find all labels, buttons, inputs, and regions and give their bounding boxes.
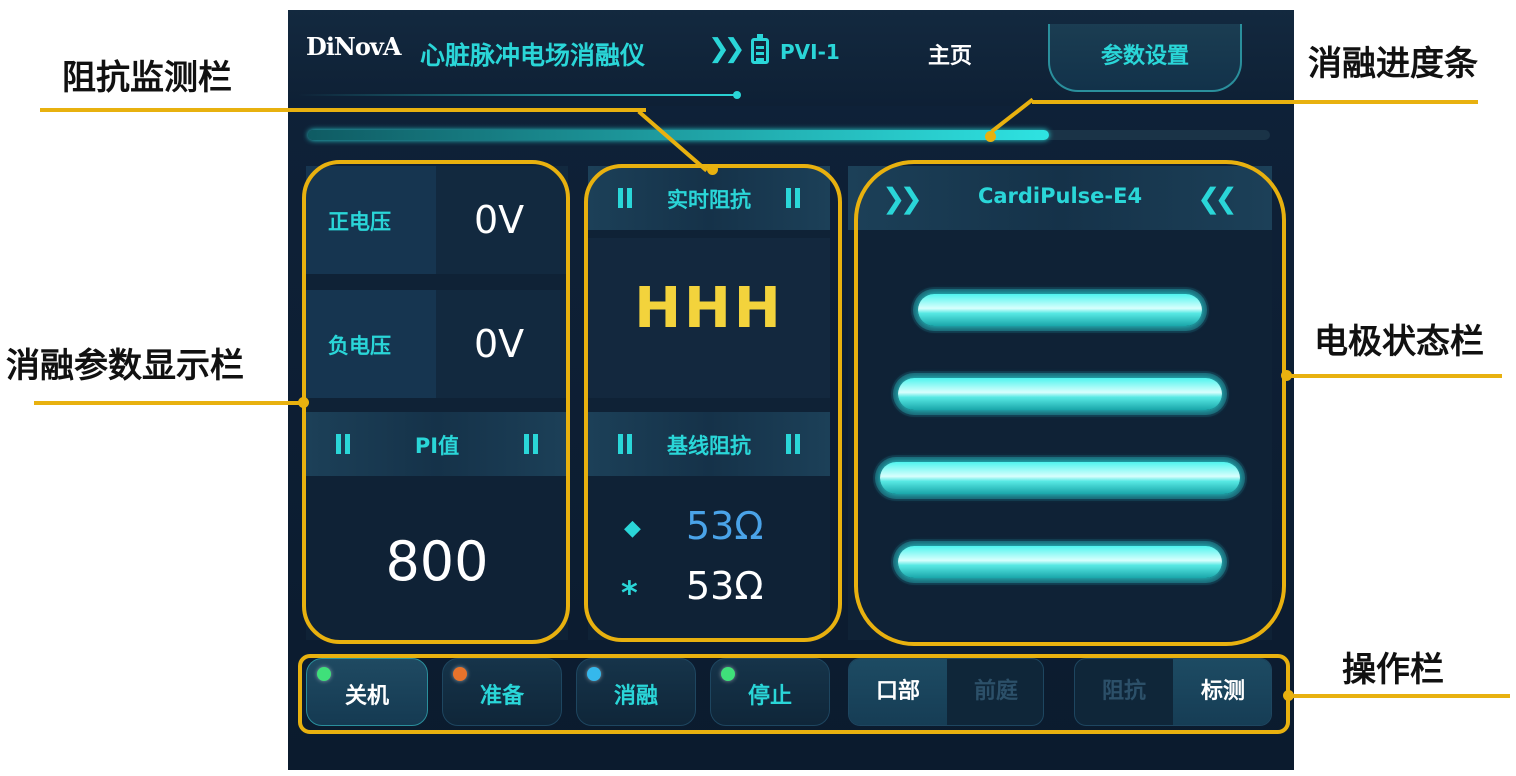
leader-line	[40, 108, 646, 112]
ablation-progress-bar	[308, 130, 1270, 140]
title-underline-dot	[733, 91, 741, 99]
param-panel-outline	[302, 160, 570, 644]
chevron-right-icon: ❯❯	[708, 34, 745, 64]
impedance-panel-outline	[584, 164, 842, 642]
leader-dot	[707, 164, 718, 175]
device-title: 心脏脉冲电场消融仪	[420, 41, 646, 70]
top-bar: DiNovA 心脏脉冲电场消融仪 ❯❯ PVI-1 主页 参数设置	[288, 10, 1294, 106]
nav-home-tab[interactable]: 主页	[928, 38, 972, 70]
leader-line	[1288, 374, 1502, 378]
annotation-electrode-bar: 电极状态栏	[1314, 322, 1484, 362]
battery-icon	[751, 34, 769, 64]
leader-line	[34, 401, 304, 405]
device-id: PVI-1	[780, 40, 840, 64]
nav-params-tab[interactable]: 参数设置	[1048, 24, 1242, 92]
leader-dot	[1283, 690, 1294, 701]
leader-dot	[1281, 370, 1292, 381]
annotation-progress-bar: 消融进度条	[1308, 44, 1478, 84]
annotation-impedance-bar: 阻抗监测栏	[62, 58, 232, 98]
brand-logo: DiNovA	[306, 32, 401, 61]
leader-line	[1290, 694, 1510, 698]
title-underline	[298, 94, 738, 96]
electrode-panel-outline	[854, 160, 1286, 646]
leader-dot	[985, 131, 996, 142]
leader-dot	[298, 397, 309, 408]
annotation-param-bar: 消融参数显示栏	[6, 346, 244, 386]
operation-bar-outline	[298, 654, 1290, 734]
leader-line	[1032, 100, 1478, 104]
annotation-operation-bar: 操作栏	[1342, 650, 1444, 690]
ablation-progress-fill	[308, 130, 1049, 140]
